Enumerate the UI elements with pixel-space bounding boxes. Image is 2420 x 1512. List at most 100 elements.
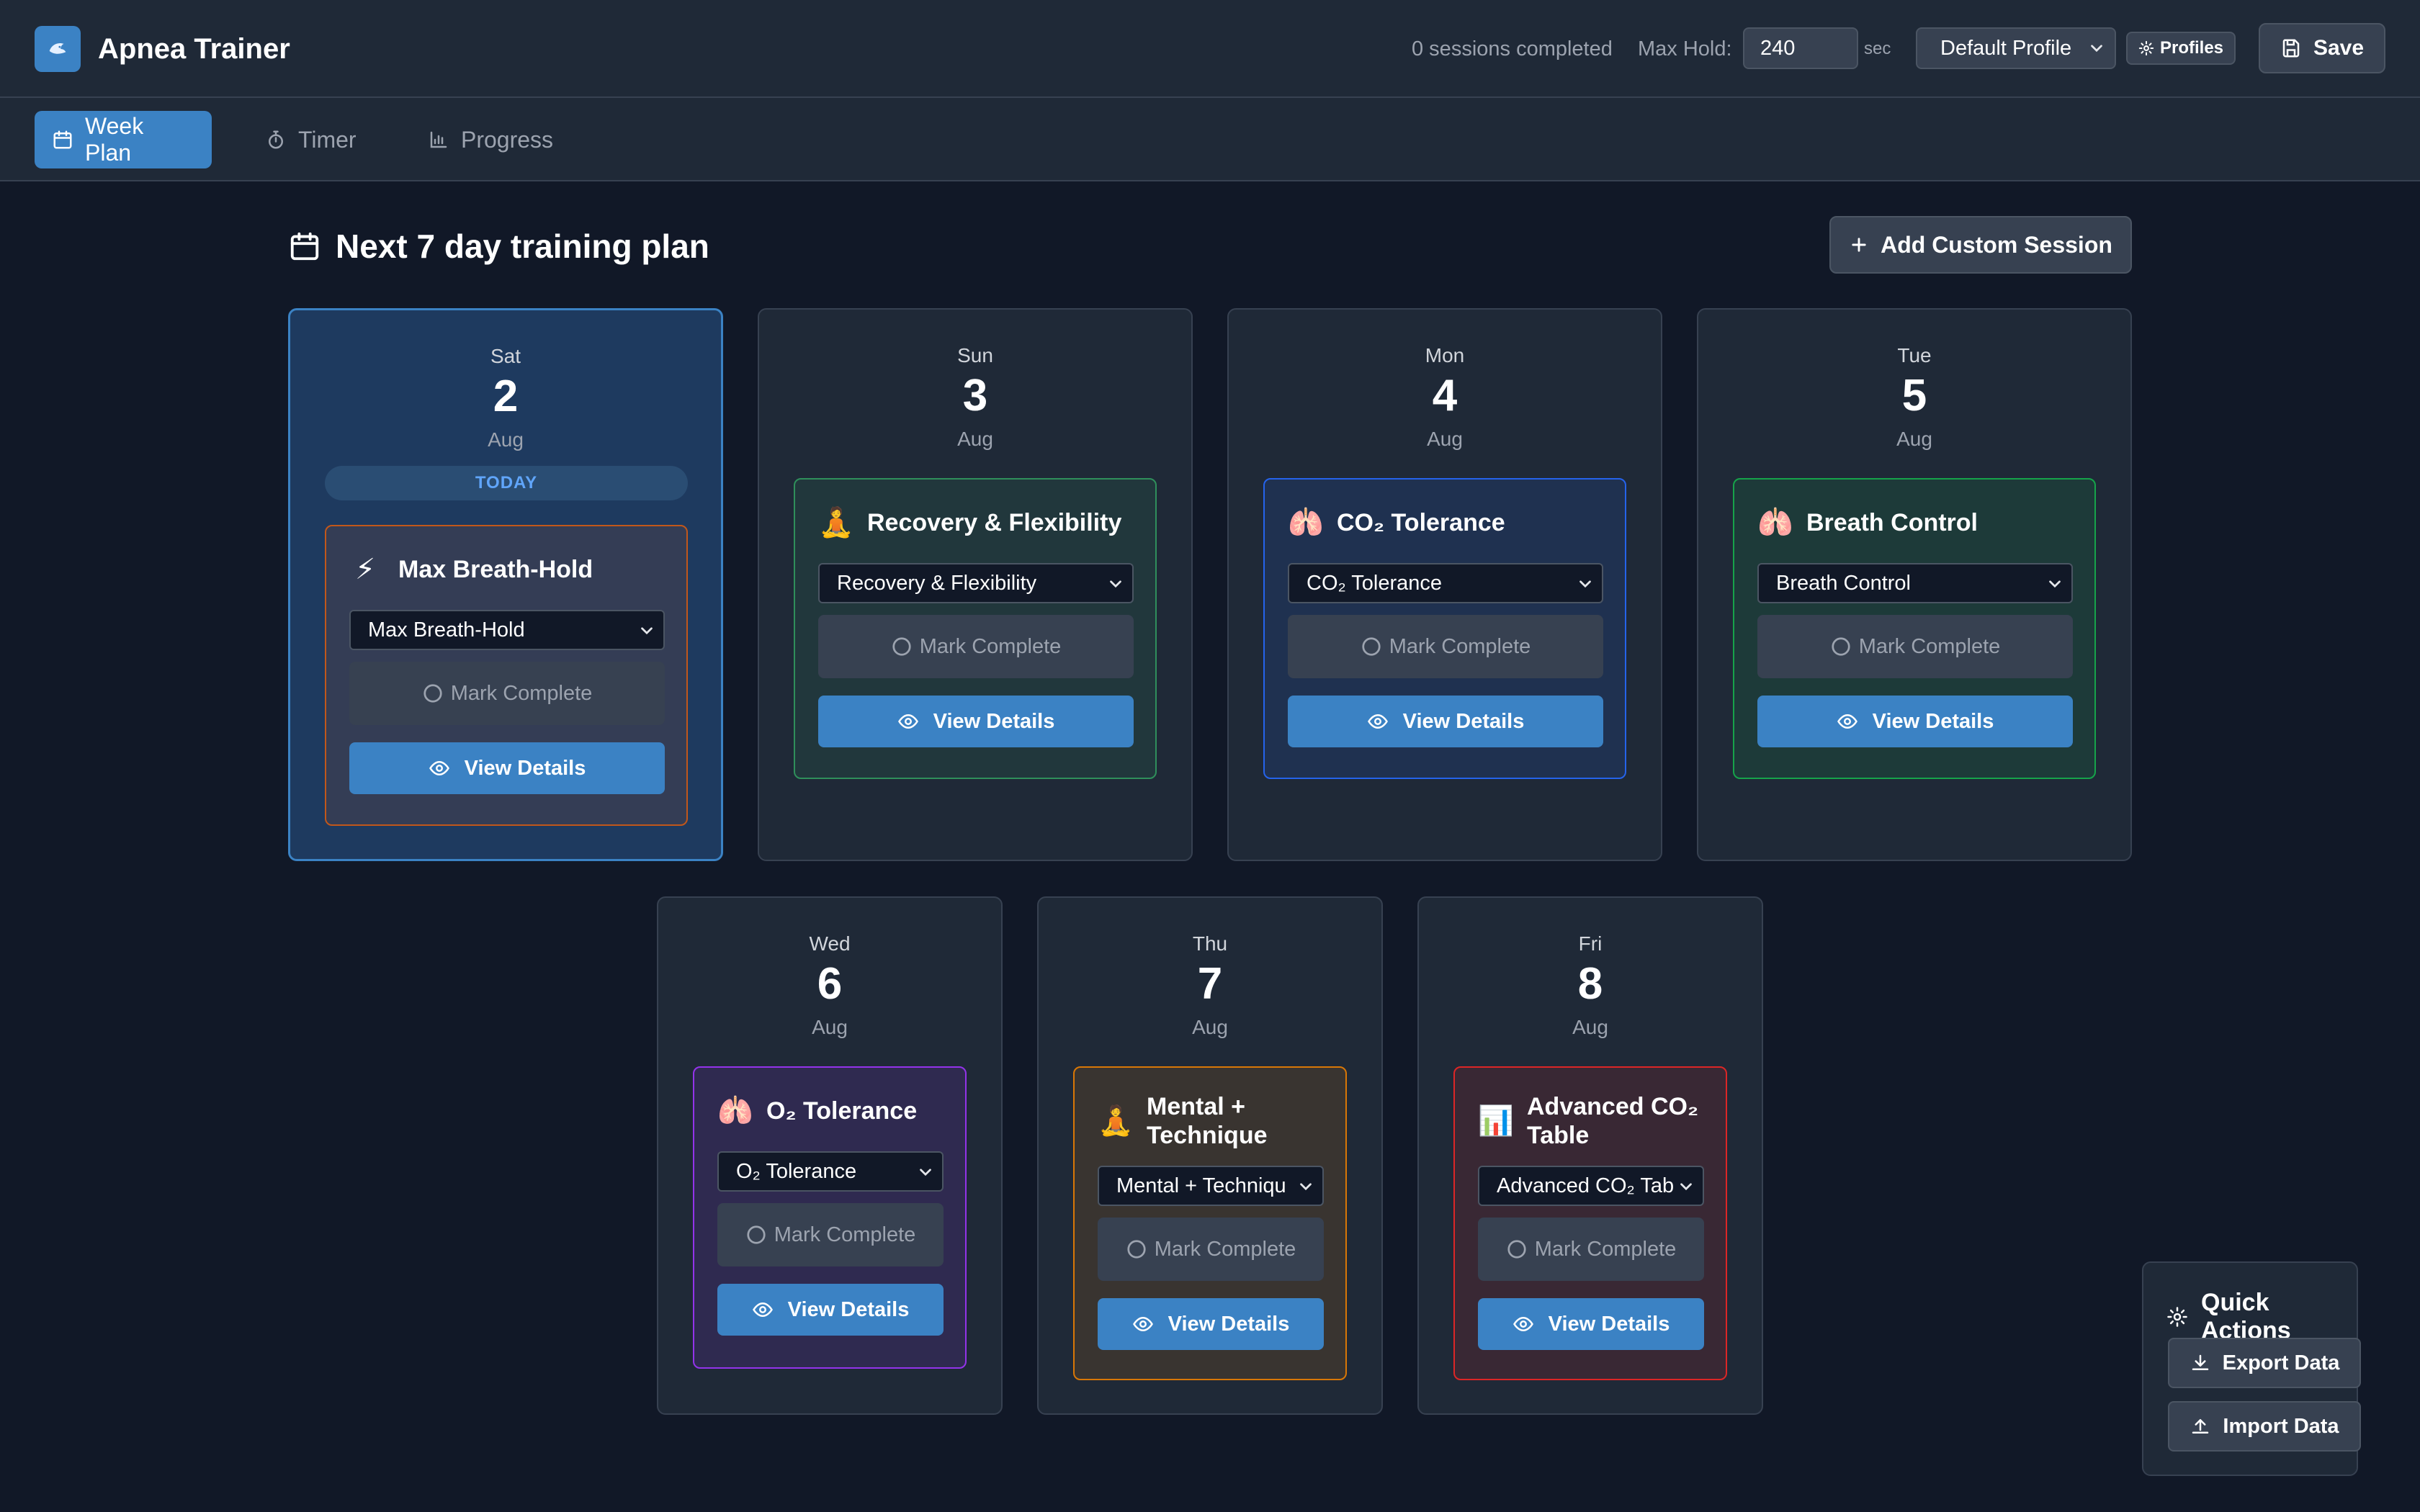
profiles-button[interactable]: Profiles [2126, 32, 2236, 65]
day-card-wed: Wed 6 Aug 🫁 O₂ Tolerance O₂ Tolerance Ma… [657, 896, 1003, 1415]
chevron-down-icon [1106, 575, 1125, 593]
mark-complete-button[interactable]: Mark Complete [1757, 615, 2073, 678]
session-type-select[interactable]: Max Breath-Hold [349, 610, 665, 650]
day-card-mon: Mon 4 Aug 🫁 CO₂ Tolerance CO₂ Tolerance … [1227, 308, 1662, 861]
session-type-select[interactable]: CO₂ Tolerance [1288, 563, 1603, 603]
view-details-label: View Details [1548, 1312, 1670, 1336]
save-button[interactable]: Save [2259, 23, 2385, 73]
download-icon [2190, 1352, 2211, 1374]
add-custom-session-label: Add Custom Session [1881, 231, 2112, 258]
calendar-icon [52, 129, 73, 150]
export-data-button[interactable]: Export Data [2168, 1338, 2361, 1388]
page-title-text: Next 7 day training plan [336, 228, 709, 265]
view-details-button[interactable]: View Details [1478, 1298, 1704, 1350]
circle-icon [745, 1224, 767, 1246]
mark-complete-button[interactable]: Mark Complete [349, 662, 665, 725]
day-month: Aug [1572, 1016, 1608, 1038]
session-header: 🧘 Recovery & Flexibility [818, 508, 1138, 537]
session-title: Max Breath-Hold [398, 556, 593, 583]
session-type-select-value: Advanced CO₂ Tab [1497, 1174, 1675, 1197]
day-weekday: Sun [957, 344, 993, 366]
calendar-icon [288, 230, 321, 263]
mark-complete-button[interactable]: Mark Complete [1098, 1218, 1324, 1281]
tab-label: Timer [298, 126, 357, 153]
session-type-select[interactable]: Breath Control [1757, 563, 2073, 603]
day-card-sat: Sat 2 Aug TODAY ⚡ Max Breath-Hold Max Br… [288, 308, 723, 861]
plus-icon [1849, 235, 1869, 255]
tab-timer[interactable]: Timer [248, 111, 377, 168]
eye-icon [897, 711, 919, 732]
session-type-select[interactable]: O₂ Tolerance [717, 1151, 944, 1192]
session-type-select-value: Recovery & Flexibility [837, 572, 1037, 595]
chevron-down-icon [1677, 1177, 1695, 1196]
save-button-label: Save [2313, 36, 2365, 60]
circle-icon [1506, 1238, 1528, 1260]
quick-actions-title-text: Quick Actions [2201, 1289, 2291, 1344]
max-hold-label: Max Hold: [1638, 37, 1732, 60]
day-month: Aug [812, 1016, 848, 1038]
mark-complete-button[interactable]: Mark Complete [717, 1203, 944, 1266]
day-number: 6 [817, 959, 843, 1009]
eye-icon [429, 757, 450, 779]
gear-icon [2138, 40, 2154, 56]
session-type-select[interactable]: Mental + Techniqu [1098, 1166, 1324, 1206]
tab-progress[interactable]: Progress [411, 111, 576, 168]
session-header: 🫁 CO₂ Tolerance [1288, 508, 1608, 537]
day-month: Aug [957, 428, 993, 450]
session-type-icon: 📊 [1478, 1105, 1514, 1137]
day-weekday: Tue [1897, 344, 1932, 366]
mark-complete-button[interactable]: Mark Complete [818, 615, 1134, 678]
day-number: 3 [962, 371, 988, 420]
profiles-button-label: Profiles [2159, 38, 2224, 58]
mark-complete-label: Mark Complete [919, 634, 1062, 658]
view-details-button[interactable]: View Details [1288, 696, 1603, 747]
view-details-button[interactable]: View Details [1757, 696, 2073, 747]
day-card-thu: Thu 7 Aug 🧘 Mental + Technique Mental + … [1037, 896, 1383, 1415]
export-data-label: Export Data [2222, 1351, 2340, 1374]
day-month: Aug [1427, 428, 1463, 450]
session-type-icon: 🫁 [1757, 507, 1793, 539]
view-details-label: View Details [464, 756, 586, 780]
eye-icon [752, 1299, 774, 1320]
sessions-completed-text: 0 sessions completed [1412, 37, 1613, 60]
session-header: 🫁 Breath Control [1757, 508, 2077, 537]
session-card: 🫁 O₂ Tolerance O₂ Tolerance Mark Complet… [693, 1066, 967, 1369]
session-type-select-value: Breath Control [1776, 572, 1911, 595]
session-type-select[interactable]: Recovery & Flexibility [818, 563, 1134, 603]
day-number: 4 [1432, 371, 1458, 420]
mark-complete-label: Mark Complete [774, 1223, 916, 1246]
tab-bar: Week Plan Timer Progress [0, 98, 2420, 181]
tab-label: Progress [461, 126, 554, 153]
day-card-fri: Fri 8 Aug 📊 Advanced CO₂ Table Advanced … [1417, 896, 1763, 1415]
session-type-select[interactable]: Advanced CO₂ Tab [1478, 1166, 1704, 1206]
mark-complete-label: Mark Complete [1389, 634, 1531, 658]
day-month: Aug [1192, 1016, 1228, 1038]
add-custom-session-button[interactable]: Add Custom Session [1829, 216, 2132, 274]
upload-icon [2190, 1416, 2211, 1437]
day-weekday: Mon [1425, 344, 1465, 366]
view-details-button[interactable]: View Details [818, 696, 1134, 747]
circle-icon [1830, 636, 1852, 657]
session-title: Advanced CO₂ Table [1527, 1093, 1699, 1149]
import-data-button[interactable]: Import Data [2168, 1401, 2361, 1452]
mark-complete-button[interactable]: Mark Complete [1288, 615, 1603, 678]
day-weekday: Fri [1578, 932, 1603, 955]
max-hold-input[interactable]: 240 [1743, 27, 1858, 69]
profile-select[interactable]: Default Profile [1916, 27, 2116, 69]
view-details-button[interactable]: View Details [717, 1284, 944, 1336]
day-weekday: Sat [490, 345, 521, 367]
day-month: Aug [488, 428, 524, 451]
max-hold-unit: sec [1864, 39, 1891, 58]
chevron-down-icon [1576, 575, 1595, 593]
mark-complete-button[interactable]: Mark Complete [1478, 1218, 1704, 1281]
view-details-button[interactable]: View Details [1098, 1298, 1324, 1350]
session-card: 🫁 CO₂ Tolerance CO₂ Tolerance Mark Compl… [1263, 478, 1626, 779]
circle-icon [1361, 636, 1382, 657]
session-type-icon: 🫁 [717, 1095, 753, 1127]
view-details-button[interactable]: View Details [349, 742, 665, 794]
session-title: Mental + Technique [1147, 1093, 1268, 1149]
view-details-label: View Details [1168, 1312, 1290, 1336]
tab-week-plan[interactable]: Week Plan [35, 111, 212, 168]
circle-icon [891, 636, 913, 657]
session-card: 🧘 Mental + Technique Mental + Techniqu M… [1073, 1066, 1347, 1380]
